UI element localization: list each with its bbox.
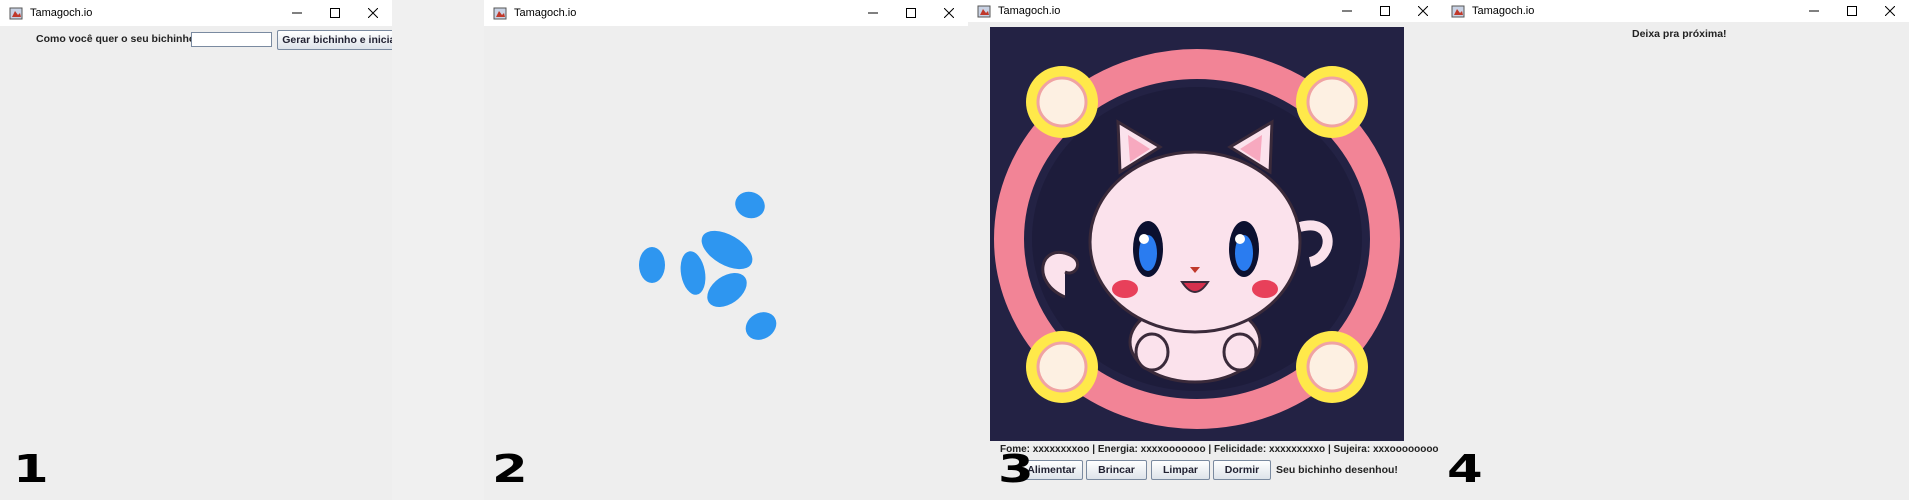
close-button[interactable] bbox=[354, 0, 392, 26]
maximize-button[interactable] bbox=[892, 0, 930, 26]
step-number: 1 bbox=[13, 447, 49, 491]
maximize-button[interactable] bbox=[316, 0, 354, 26]
sleep-button[interactable]: Dormir bbox=[1213, 460, 1271, 480]
window-title: Tamagoch.io bbox=[1472, 5, 1535, 17]
app-icon bbox=[977, 5, 991, 18]
step-number: 4 bbox=[1447, 447, 1483, 491]
app-icon bbox=[1451, 5, 1465, 18]
window-4-goodbye: Tamagoch.io Deixa pra próxima! 4 bbox=[1442, 0, 1909, 500]
minimize-button[interactable] bbox=[1328, 0, 1366, 22]
step-number: 2 bbox=[492, 447, 528, 491]
maximize-icon bbox=[1380, 6, 1390, 16]
minimize-icon bbox=[1342, 10, 1352, 12]
maximize-button[interactable] bbox=[1366, 0, 1404, 22]
title-bar[interactable]: Tamagoch.io bbox=[0, 0, 392, 26]
clean-button[interactable]: Limpar bbox=[1151, 460, 1210, 480]
title-bar[interactable]: Tamagoch.io bbox=[1442, 0, 1909, 22]
spinner-blob bbox=[745, 312, 777, 340]
step-number: 3 bbox=[998, 447, 1034, 491]
maximize-button[interactable] bbox=[1833, 0, 1871, 22]
pet-image bbox=[990, 27, 1404, 441]
goodbye-message: Deixa pra próxima! bbox=[1632, 28, 1727, 40]
close-button[interactable] bbox=[930, 0, 968, 26]
maximize-icon bbox=[906, 8, 916, 18]
app-icon bbox=[9, 7, 23, 20]
window-title: Tamagoch.io bbox=[30, 7, 93, 19]
window-2-loading: Tamagoch.io 2 bbox=[484, 0, 968, 500]
app-icon bbox=[493, 7, 507, 20]
minimize-icon bbox=[868, 12, 878, 14]
title-bar[interactable]: Tamagoch.io bbox=[484, 0, 968, 26]
minimize-icon bbox=[1809, 10, 1819, 12]
close-icon bbox=[368, 8, 378, 18]
pet-status-line: Fome: xxxxxxxxoo | Energia: xxxxooooooo … bbox=[1000, 444, 1439, 455]
pet-name-prompt-label: Como você quer o seu bichinho? bbox=[36, 33, 202, 45]
pet-message: Seu bichinho desenhou! bbox=[1276, 464, 1398, 476]
spinner-blob bbox=[680, 251, 706, 295]
close-button[interactable] bbox=[1871, 0, 1909, 22]
close-button[interactable] bbox=[1404, 0, 1442, 22]
window-title: Tamagoch.io bbox=[514, 7, 577, 19]
window-1-name-prompt: Tamagoch.io Como você quer o seu bichinh… bbox=[0, 0, 392, 500]
spinner-blob bbox=[735, 191, 765, 219]
loading-spinner-icon bbox=[639, 191, 777, 340]
minimize-button[interactable] bbox=[1795, 0, 1833, 22]
close-icon bbox=[1418, 6, 1428, 16]
maximize-icon bbox=[1847, 6, 1857, 16]
title-bar[interactable]: Tamagoch.io bbox=[968, 0, 1442, 22]
spinner-blob bbox=[707, 272, 747, 308]
window-title: Tamagoch.io bbox=[998, 5, 1061, 17]
maximize-icon bbox=[330, 8, 340, 18]
generate-pet-button[interactable]: Gerar bichinho e iniciar o jogo. bbox=[277, 30, 392, 50]
minimize-button[interactable] bbox=[278, 0, 316, 26]
spinner-blob bbox=[639, 247, 665, 283]
pet-name-input[interactable] bbox=[191, 32, 272, 47]
minimize-icon bbox=[292, 12, 302, 14]
close-icon bbox=[944, 8, 954, 18]
spinner-blob bbox=[701, 230, 753, 270]
play-button[interactable]: Brincar bbox=[1086, 460, 1147, 480]
minimize-button[interactable] bbox=[854, 0, 892, 26]
window-3-pet-game: Tamagoch.io Fome: xxxxxxxxoo | Energia: … bbox=[968, 0, 1442, 500]
close-icon bbox=[1885, 6, 1895, 16]
